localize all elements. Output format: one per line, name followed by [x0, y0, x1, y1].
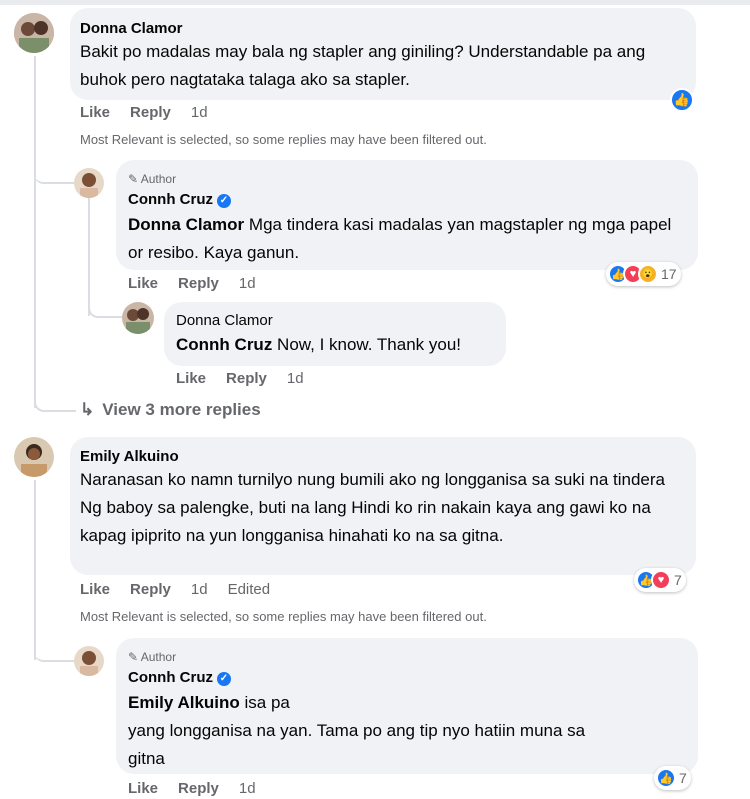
avatar[interactable]: [14, 13, 54, 53]
reply-body-line: gitna: [128, 749, 165, 768]
like-reaction-icon: 👍: [656, 768, 676, 788]
author-badge: ✎ Author: [128, 650, 176, 664]
like-button[interactable]: Like: [80, 581, 110, 598]
like-button[interactable]: Like: [176, 370, 206, 387]
reply-body-line: isa pa: [239, 693, 290, 712]
reaction-count: 7: [674, 572, 682, 588]
wow-icon: 😮: [638, 264, 658, 284]
comment-actions: Like Reply 1d: [80, 104, 228, 121]
reaction-summary[interactable]: 👍 7: [654, 766, 691, 790]
avatar[interactable]: [122, 302, 154, 334]
reply-actions: Like Reply 1d: [128, 275, 276, 292]
timestamp[interactable]: 1d: [239, 780, 256, 797]
reply-body: Now, I know. Thank you!: [272, 335, 462, 354]
like-button[interactable]: Like: [80, 104, 110, 121]
reply-actions: Like Reply 1d: [128, 780, 276, 797]
filter-notice: Most Relevant is selected, so some repli…: [80, 609, 487, 624]
like-reaction-icon: 👍: [670, 88, 694, 112]
top-border: [0, 0, 750, 5]
filter-notice: Most Relevant is selected, so some repli…: [80, 132, 487, 147]
reply-author-name[interactable]: Connh Cruz: [128, 191, 213, 208]
timestamp[interactable]: 1d: [191, 581, 208, 598]
reply-text: Connh Cruz Now, I know. Thank you!: [176, 331, 496, 359]
reaction-summary[interactable]: 👍 ♥ 7: [634, 568, 686, 592]
reply-author[interactable]: Connh Cruz ✓: [128, 191, 231, 208]
timestamp[interactable]: 1d: [239, 275, 256, 292]
reaction-count: 17: [661, 266, 677, 282]
thread-line: [34, 56, 36, 408]
avatar[interactable]: [74, 168, 104, 198]
thread-connector: [34, 390, 76, 412]
comment-author[interactable]: Emily Alkuino: [80, 448, 179, 465]
thread-connector: [34, 630, 74, 662]
verified-badge-icon: ✓: [216, 672, 231, 686]
view-more-replies-button[interactable]: ↳ View 3 more replies: [80, 400, 261, 420]
verified-badge-icon: ✓: [216, 194, 231, 208]
reply-author[interactable]: Donna Clamor: [176, 312, 273, 329]
reply-button[interactable]: Reply: [130, 104, 171, 121]
reply-text: Donna Clamor Mga tindera kasi madalas ya…: [128, 211, 690, 267]
thread-connector: [34, 152, 74, 184]
reply-text: Emily Alkuino isa pa yang longganisa na …: [128, 689, 690, 773]
reaction-summary[interactable]: 👍 ♥ 😮 17: [606, 262, 681, 286]
reply-author[interactable]: Connh Cruz ✓: [128, 669, 231, 686]
comment-author[interactable]: Donna Clamor: [80, 20, 183, 37]
edited-label: Edited: [227, 581, 271, 598]
like-button[interactable]: Like: [128, 780, 158, 797]
reply-body-line: yang longganisa na yan. Tama po ang tip …: [128, 721, 586, 740]
mention-link[interactable]: Connh Cruz: [176, 335, 272, 354]
timestamp[interactable]: 1d: [191, 104, 208, 121]
pencil-icon: ✎: [128, 172, 139, 186]
comment-text: Naranasan ko namn turnilyo nung bumili a…: [80, 470, 665, 545]
reply-button[interactable]: Reply: [226, 370, 267, 387]
comment-text: Bakit po madalas may bala ng stapler ang…: [80, 42, 646, 89]
author-badge: ✎ Author: [128, 172, 176, 186]
like-button[interactable]: Like: [128, 275, 158, 292]
mention-link[interactable]: Emily Alkuino: [128, 693, 240, 712]
mention-link[interactable]: Donna Clamor: [128, 215, 244, 234]
reply-button[interactable]: Reply: [178, 275, 219, 292]
reply-actions: Like Reply 1d: [176, 370, 324, 387]
reply-button[interactable]: Reply: [178, 780, 219, 797]
view-more-label: View 3 more replies: [102, 400, 261, 419]
reaction-count: 7: [679, 770, 687, 786]
author-badge-label: Author: [140, 172, 177, 186]
avatar[interactable]: [74, 646, 104, 676]
avatar[interactable]: [14, 437, 54, 477]
reply-author-name[interactable]: Connh Cruz: [128, 669, 213, 686]
heart-icon: ♥: [651, 570, 671, 590]
comment-actions: Like Reply 1d Edited: [80, 581, 290, 598]
reply-button[interactable]: Reply: [130, 581, 171, 598]
thread-connector: [88, 290, 122, 318]
reaction-summary[interactable]: 👍: [668, 88, 696, 112]
timestamp[interactable]: 1d: [287, 370, 304, 387]
author-badge-label: Author: [140, 650, 177, 664]
pencil-icon: ✎: [128, 650, 139, 664]
reply-arrow-icon: ↳: [80, 400, 95, 419]
